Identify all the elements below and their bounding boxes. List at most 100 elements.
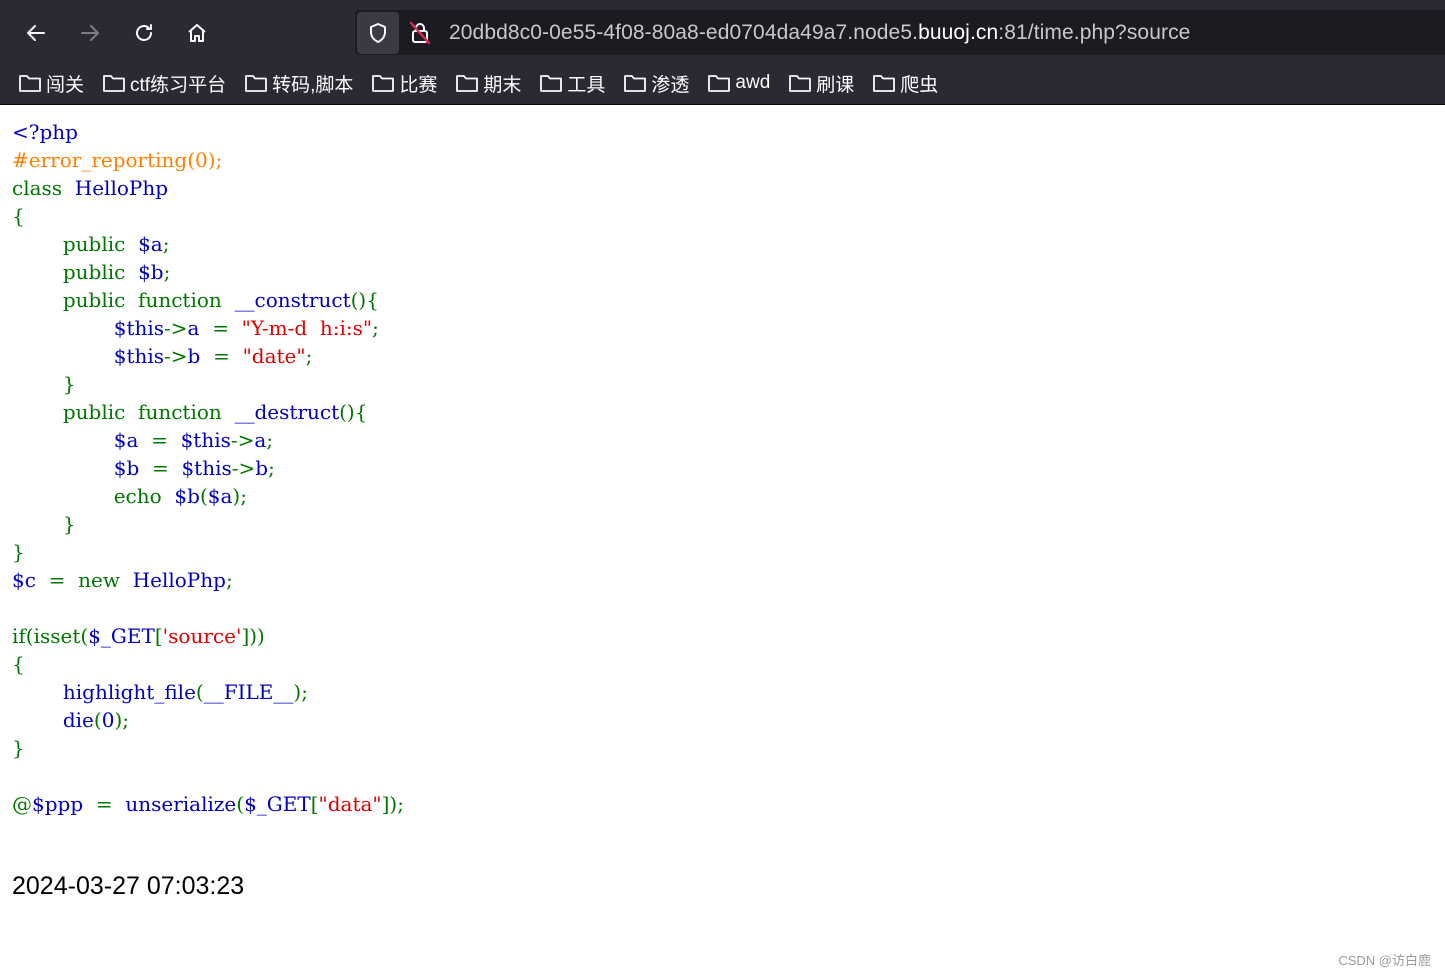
code-line: $this->a = "Y-m-d h:i:s"; xyxy=(12,314,404,342)
code-token: [ xyxy=(154,624,163,648)
bookmark-label: ctf练习平台 xyxy=(130,74,227,96)
bookmark-item[interactable]: ctf练习平台 xyxy=(102,70,226,97)
code-token: a xyxy=(254,428,267,452)
code-token: public xyxy=(12,260,139,284)
folder-icon xyxy=(456,75,479,92)
navigation-toolbar: 20dbd8c0-0e55-4f08-80a8-ed0704da49a7.nod… xyxy=(0,0,1445,62)
code-token: ( xyxy=(93,708,102,732)
bookmark-item[interactable]: 期末 xyxy=(455,70,521,97)
bookmark-item[interactable]: 刷课 xyxy=(788,70,854,97)
bookmark-label: 期末 xyxy=(483,74,522,96)
code-line: die(0); xyxy=(12,706,404,734)
code-token: $c xyxy=(12,568,49,592)
code-token: -> xyxy=(230,428,255,452)
bookmark-item[interactable]: 闯关 xyxy=(18,70,84,97)
code-token: = xyxy=(151,428,181,452)
code-token: public xyxy=(12,232,139,256)
code-line: public $a; xyxy=(12,230,404,258)
code-token: $ppp xyxy=(32,792,96,816)
bookmark-item[interactable]: 渗透 xyxy=(623,70,689,97)
bookmark-item[interactable]: 转码,脚本 xyxy=(244,70,353,97)
code-token: (){ xyxy=(350,288,379,312)
code-line: echo $b($a); xyxy=(12,482,404,510)
code-token: -> xyxy=(164,316,188,340)
code-line: { xyxy=(12,202,404,230)
folder-icon xyxy=(789,75,812,92)
bookmark-item[interactable]: 工具 xyxy=(539,70,605,97)
code-token: $this xyxy=(113,344,165,368)
code-token: b xyxy=(187,344,214,368)
tracking-protection-button[interactable] xyxy=(357,11,399,54)
folder-icon xyxy=(708,75,731,92)
url-domain: buuoj.cn xyxy=(918,20,999,44)
code-token: ( xyxy=(199,484,208,508)
bookmark-item[interactable]: 比赛 xyxy=(371,70,437,97)
code-token: @ xyxy=(12,792,32,816)
code-token: ; xyxy=(162,232,170,256)
code-token: ); xyxy=(114,708,129,732)
code-token: "Y-m-d h:i:s" xyxy=(241,316,373,340)
code-token: 0 xyxy=(101,708,115,732)
code-token: __destruct xyxy=(234,400,340,424)
code-token: $b xyxy=(174,484,200,508)
code-token: = new xyxy=(48,568,133,592)
folder-icon xyxy=(624,75,647,92)
home-button[interactable] xyxy=(181,17,213,49)
code-token: $a xyxy=(138,232,163,256)
code-token: $a xyxy=(113,428,152,452)
code-token: -> xyxy=(164,344,188,368)
url-text[interactable]: 20dbd8c0-0e55-4f08-80a8-ed0704da49a7.nod… xyxy=(449,21,1190,45)
code-line: } xyxy=(12,538,404,566)
code-token: public function xyxy=(12,288,235,312)
code-token: $a xyxy=(207,484,233,508)
code-line: highlight_file(__FILE__); xyxy=(12,678,404,706)
bookmarks-toolbar: 闯关 ctf练习平台 转码,脚本 比赛 期末 工具 渗透 awd 刷课 爬虫 xyxy=(0,62,1445,105)
bookmark-label: awd xyxy=(735,72,771,93)
folder-icon xyxy=(103,75,125,92)
back-arrow-icon xyxy=(27,25,45,41)
code-token: ; xyxy=(305,344,313,368)
code-token: unserialize xyxy=(125,792,237,816)
code-line: $b = $this->b; xyxy=(12,454,404,482)
code-token: ; xyxy=(268,456,275,480)
code-token: die xyxy=(62,708,94,732)
code-token: $b xyxy=(138,260,164,284)
forward-button[interactable] xyxy=(74,17,106,49)
code-token: ( xyxy=(236,792,245,816)
code-token: ; xyxy=(163,260,171,284)
code-line: } xyxy=(12,370,404,398)
code-token: "data" xyxy=(318,792,382,816)
code-token: __FILE__ xyxy=(203,680,294,704)
code-token: HelloPhp xyxy=(132,568,226,592)
bookmark-item[interactable]: 爬虫 xyxy=(872,70,938,97)
code-token: a xyxy=(187,316,213,340)
code-line: <?php xyxy=(12,118,404,146)
code-token: [ xyxy=(310,792,319,816)
code-line: #error_reporting(0); xyxy=(12,146,404,174)
code-token: <?php xyxy=(12,120,78,144)
code-line: $a = $this->a; xyxy=(12,426,404,454)
code-token: = xyxy=(212,316,242,340)
back-button[interactable] xyxy=(20,17,52,49)
code-token: $this xyxy=(180,428,231,452)
code-token: "date" xyxy=(242,344,306,368)
bookmark-label: 闯关 xyxy=(46,74,85,96)
code-line: { xyxy=(12,650,404,678)
code-token: if(isset( xyxy=(12,624,89,648)
address-bar[interactable]: 20dbd8c0-0e55-4f08-80a8-ed0704da49a7.nod… xyxy=(355,10,1445,55)
reload-button[interactable] xyxy=(128,17,160,49)
code-token: class xyxy=(12,176,75,200)
code-line: $this->b = "date"; xyxy=(12,342,404,370)
site-security-button[interactable] xyxy=(405,18,435,48)
browser-chrome: 20dbd8c0-0e55-4f08-80a8-ed0704da49a7.nod… xyxy=(0,0,1445,105)
shield-icon xyxy=(370,22,386,43)
code-token: ( xyxy=(195,680,204,704)
bookmark-item[interactable]: awd xyxy=(707,72,770,94)
